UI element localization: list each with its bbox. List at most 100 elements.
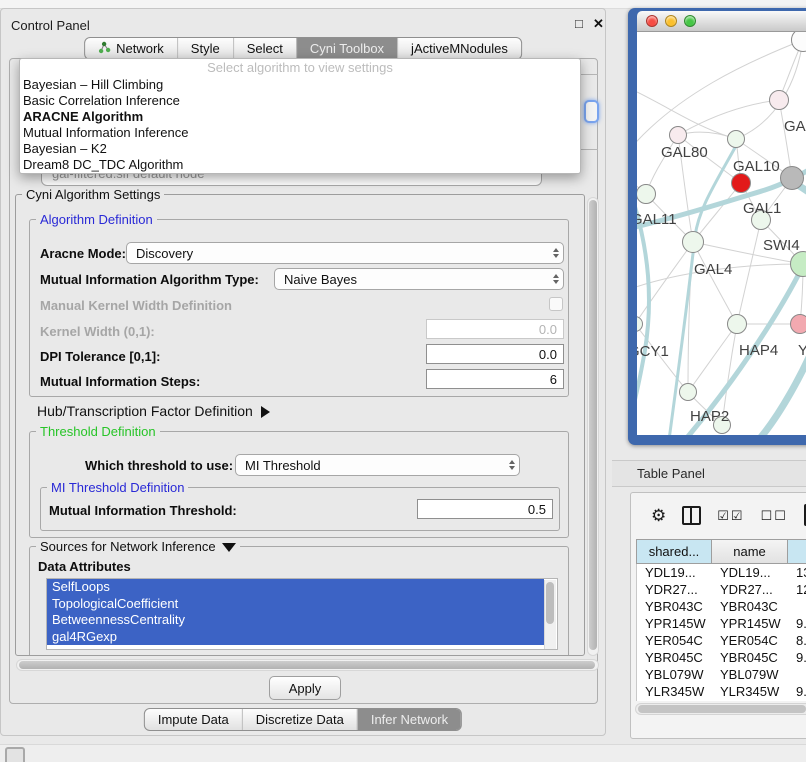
mi-type-label: Mutual Information Algorithm Type:: [40, 272, 259, 287]
column-header-shared-name[interactable]: shared...: [637, 540, 712, 563]
cell: [788, 666, 806, 683]
table-row[interactable]: YBR045CYBR045C9.: [637, 649, 806, 666]
node-label: GAL1: [743, 200, 781, 217]
table-row[interactable]: YER054CYER054C8.: [637, 632, 806, 649]
settings-vertical-scrollbar[interactable]: [587, 197, 599, 656]
table-row[interactable]: YBL079WYBL079W: [637, 666, 806, 683]
attribute-item[interactable]: SelfLoops: [47, 579, 544, 596]
cell: YLR345W: [712, 683, 788, 700]
network-node-gal11[interactable]: [637, 184, 656, 204]
hub-definition-toggle[interactable]: Hub/Transcription Factor Definition: [37, 403, 270, 419]
network-window-titlebar[interactable]: [637, 11, 806, 32]
table-row[interactable]: YLR345WYLR345W9.: [637, 683, 806, 700]
tab-label: Network: [116, 41, 164, 56]
attribute-item[interactable]: gal4RGexp: [47, 629, 544, 646]
tab-network[interactable]: Network: [85, 38, 177, 59]
algorithm-option[interactable]: Basic Correlation Inference: [20, 93, 580, 109]
tab-label: Discretize Data: [256, 712, 344, 727]
network-node-hap2[interactable]: [679, 383, 697, 401]
cell: YDL19...: [637, 564, 712, 581]
mi-threshold-label: Mutual Information Threshold:: [49, 503, 237, 518]
algorithm-option-selected[interactable]: ARACNE Algorithm: [20, 109, 580, 125]
restore-panel-icon[interactable]: [5, 747, 25, 762]
manual-kernel-checkbox[interactable]: [549, 297, 563, 311]
mi-threshold-field[interactable]: 0.5: [417, 499, 553, 519]
column-header-name[interactable]: name: [712, 540, 788, 563]
aracne-mode-combobox[interactable]: Discovery: [126, 242, 564, 264]
cell: 12: [788, 581, 806, 598]
list-vertical-scrollbar[interactable]: [544, 580, 556, 649]
tab-discretize-data[interactable]: Discretize Data: [242, 709, 357, 730]
algorithm-option[interactable]: Bayesian – K2: [20, 141, 580, 157]
apply-button[interactable]: Apply: [269, 676, 341, 700]
control-panel-window: Control Panel □ ✕ Network: [0, 8, 606, 736]
minimize-traffic-light-icon[interactable]: [665, 15, 677, 27]
table-row[interactable]: YBR043CYBR043C: [637, 598, 806, 615]
gear-icon[interactable]: ⚙: [651, 507, 666, 524]
node-label: GCY1: [637, 343, 669, 360]
tab-jactivemnodules[interactable]: jActiveMNodules: [397, 38, 521, 59]
data-attributes-list: SelfLoops TopologicalCoefficient Between…: [46, 578, 558, 650]
cyni-settings-scrollarea: Algorithm Definition Aracne Mode: Discov…: [15, 194, 585, 656]
expand-right-icon: [261, 406, 270, 418]
column-header-partial[interactable]: [788, 540, 806, 563]
cell: 9.: [788, 700, 806, 701]
close-traffic-light-icon[interactable]: [646, 15, 658, 27]
network-node-gal-partial[interactable]: [769, 90, 789, 110]
which-threshold-combobox[interactable]: MI Threshold: [235, 454, 520, 476]
tab-impute-data[interactable]: Impute Data: [145, 709, 242, 730]
mi-type-combobox[interactable]: Naive Bayes: [274, 268, 564, 290]
sources-group-title[interactable]: Sources for Network Inference: [36, 539, 240, 554]
network-node-unlabeled[interactable]: [780, 166, 804, 190]
attribute-item[interactable]: BetweennessCentrality: [47, 612, 544, 629]
table-row[interactable]: YPR145WYPR145W9.: [637, 615, 806, 632]
table-row[interactable]: YIL052CYIL052C9.: [637, 700, 806, 701]
table-row[interactable]: YDR27...YDR27...12: [637, 581, 806, 598]
network-canvas[interactable]: GAL80 GAL10 GAL1 GAL11 SWI4 GAL4 GCY1 HA…: [637, 32, 806, 435]
dpi-tolerance-field[interactable]: 0.0: [426, 344, 564, 364]
settings-horizontal-scrollbar[interactable]: [16, 659, 599, 671]
tab-style[interactable]: Style: [177, 38, 233, 59]
network-node-gal4[interactable]: [682, 231, 704, 253]
panel-title: Control Panel: [11, 18, 90, 33]
cell: 13: [788, 564, 806, 581]
cell: YLR345W: [637, 683, 712, 700]
network-node-gal80[interactable]: [669, 126, 687, 144]
cell: 9.: [788, 683, 806, 700]
tab-select[interactable]: Select: [233, 38, 296, 59]
tab-infer-network[interactable]: Infer Network: [357, 709, 461, 730]
data-attributes-label: Data Attributes: [38, 559, 131, 574]
tab-cyni-toolbox[interactable]: Cyni Toolbox: [296, 38, 397, 59]
select-all-checks-icon[interactable]: ☑☑: [717, 509, 744, 522]
node-label: SWI4: [763, 237, 800, 254]
cell: YPR145W: [712, 615, 788, 632]
network-node-y[interactable]: [790, 314, 806, 334]
zoom-traffic-light-icon[interactable]: [684, 15, 696, 27]
algorithm-option[interactable]: Bayesian – Hill Climbing: [20, 77, 580, 93]
attribute-item[interactable]: TopologicalCoefficient: [47, 596, 544, 613]
mi-steps-field[interactable]: 6: [426, 369, 564, 389]
stepper-icon: [553, 248, 559, 258]
cell: YBR043C: [637, 598, 712, 615]
algorithm-option[interactable]: Mutual Information Inference: [20, 125, 580, 141]
kernel-width-field[interactable]: 0.0: [426, 319, 564, 339]
manual-kernel-label: Manual Kernel Width Definition: [40, 298, 232, 313]
network-node-gal1-selected[interactable]: [731, 173, 751, 193]
group-title: MI Threshold Definition: [47, 480, 188, 495]
close-icon[interactable]: ✕: [593, 16, 604, 32]
control-panel-tabbar: Network Style Select Cyni Toolbox jActiv…: [84, 37, 522, 60]
network-node-hap4[interactable]: [727, 314, 747, 334]
algorithm-definition-group: Algorithm Definition Aracne Mode: Discov…: [29, 219, 569, 397]
float-window-icon[interactable]: □: [575, 16, 583, 31]
table-row[interactable]: YDL19...YDL19...13: [637, 564, 806, 581]
network-node-gal10[interactable]: [727, 130, 745, 148]
algorithm-option[interactable]: Dream8 DC_TDC Algorithm: [20, 157, 580, 173]
tab-label: Cyni Toolbox: [310, 41, 384, 56]
split-columns-icon[interactable]: [682, 506, 701, 525]
table-horizontal-scrollbar[interactable]: [635, 703, 806, 715]
cell: 9.: [788, 649, 806, 666]
tab-label: jActiveMNodules: [411, 41, 508, 56]
tab-label: Infer Network: [371, 712, 448, 727]
tab-label: Style: [191, 41, 220, 56]
deselect-all-checks-icon[interactable]: ☐☐: [761, 509, 788, 522]
